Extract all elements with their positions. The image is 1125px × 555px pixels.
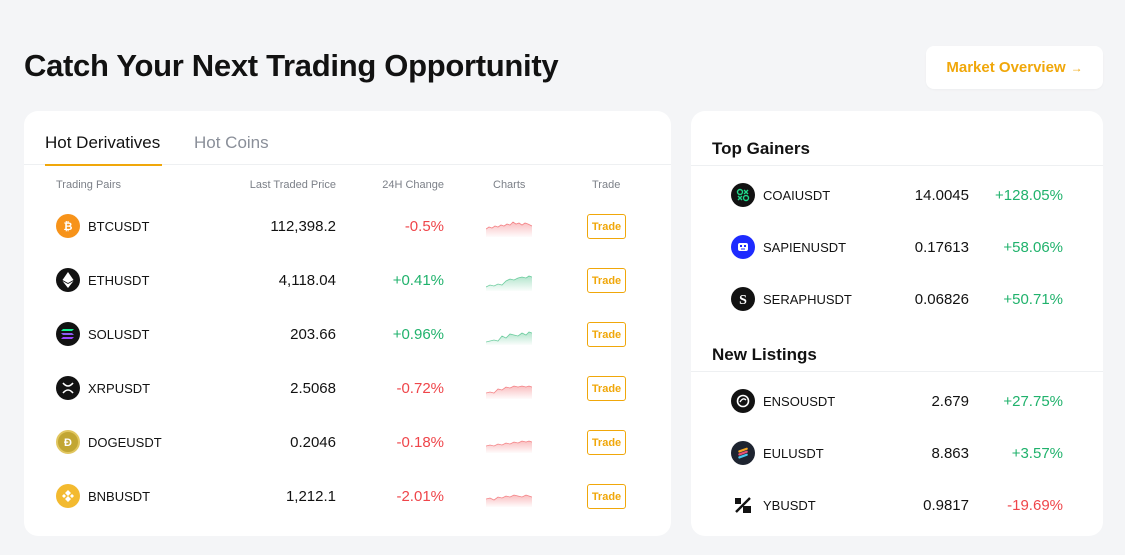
change-24h: -0.18% bbox=[396, 434, 444, 451]
seraph-icon: S bbox=[731, 287, 755, 311]
pair-name: YBUSDT bbox=[763, 498, 816, 513]
list-item[interactable]: COAIUSDT 14.0045 +128.05% bbox=[691, 170, 1103, 222]
trade-button[interactable]: Trade bbox=[587, 322, 626, 347]
last-price: 203.66 bbox=[290, 326, 336, 343]
coai-icon bbox=[731, 183, 755, 207]
header-trade: Trade bbox=[592, 179, 621, 191]
last-price: 0.06826 bbox=[914, 291, 969, 308]
tab-hot-coins[interactable]: Hot Coins bbox=[194, 133, 269, 165]
change-24h: +0.41% bbox=[392, 272, 444, 289]
page-title: Catch Your Next Trading Opportunity bbox=[24, 48, 559, 83]
yb-icon bbox=[731, 493, 755, 517]
change-24h: +27.75% bbox=[1003, 393, 1063, 410]
arrow-right-icon: → bbox=[1070, 60, 1083, 75]
last-price: 112,398.2 bbox=[270, 218, 336, 235]
header-trading-pairs: Trading Pairs bbox=[56, 179, 122, 191]
last-price: 14.0045 bbox=[914, 187, 969, 204]
dogecoin-icon: Ð bbox=[56, 430, 80, 454]
pair-name: XRPUSDT bbox=[88, 381, 151, 396]
market-tabs: Hot Derivatives Hot Coins bbox=[24, 111, 671, 166]
header-24h-change: 24H Change bbox=[382, 179, 444, 191]
pair-name: ETHUSDT bbox=[88, 273, 150, 288]
svg-text:S: S bbox=[739, 293, 747, 306]
last-price: 0.17613 bbox=[914, 239, 969, 256]
tab-hot-derivatives[interactable]: Hot Derivatives bbox=[45, 133, 163, 166]
table-row[interactable]: BNBUSDT 1,212.1 -2.01% Trade bbox=[24, 469, 671, 523]
divider bbox=[691, 165, 1103, 166]
enso-icon bbox=[731, 389, 755, 413]
change-24h: -0.72% bbox=[396, 380, 444, 397]
header-charts: Charts bbox=[493, 179, 526, 191]
change-24h: +58.06% bbox=[1003, 239, 1063, 256]
pair-name: COAIUSDT bbox=[763, 188, 831, 203]
top-gainers-title: Top Gainers bbox=[712, 139, 810, 158]
list-item[interactable]: ENSOUSDT 2.679 +27.75% bbox=[691, 376, 1103, 428]
solana-icon bbox=[56, 322, 80, 346]
trade-button[interactable]: Trade bbox=[587, 268, 626, 293]
last-price: 2.679 bbox=[931, 393, 969, 410]
trade-button[interactable]: Trade bbox=[587, 484, 626, 509]
sparkline-chart bbox=[486, 494, 532, 507]
sparkline-chart bbox=[486, 275, 532, 291]
header-last-price: Last Traded Price bbox=[249, 179, 336, 191]
change-24h: +0.96% bbox=[392, 326, 444, 343]
hot-markets-card: Hot Derivatives Hot Coins Trading Pairs … bbox=[24, 111, 671, 536]
bnb-icon bbox=[56, 484, 80, 508]
sparkline-chart bbox=[486, 331, 532, 345]
list-item[interactable]: YBUSDT 0.9817 -19.69% bbox=[691, 480, 1103, 532]
change-24h: +3.57% bbox=[1011, 445, 1063, 462]
pair-name: SOLUSDT bbox=[88, 327, 150, 342]
market-overview-button[interactable]: Market Overview → bbox=[926, 46, 1103, 89]
last-price: 4,118.04 bbox=[278, 272, 336, 289]
last-price: 8.863 bbox=[931, 445, 969, 462]
pair-name: SAPIENUSDT bbox=[763, 240, 847, 255]
change-24h: -19.69% bbox=[1007, 497, 1063, 514]
trade-button[interactable]: Trade bbox=[587, 214, 626, 239]
table-header: Trading Pairs Last Traded Price 24H Chan… bbox=[24, 179, 671, 195]
list-item[interactable]: EULUSDT 8.863 +3.57% bbox=[691, 428, 1103, 480]
change-24h: +50.71% bbox=[1003, 291, 1063, 308]
pair-name: DOGEUSDT bbox=[88, 435, 162, 450]
pair-name: EULUSDT bbox=[763, 446, 824, 461]
last-price: 1,212.1 bbox=[285, 488, 336, 505]
divider bbox=[691, 371, 1103, 372]
table-row[interactable]: SOLUSDT 203.66 +0.96% Trade bbox=[24, 307, 671, 361]
market-overview-label: Market Overview bbox=[946, 59, 1066, 76]
svg-text:Ð: Ð bbox=[64, 437, 72, 449]
last-price: 0.2046 bbox=[290, 434, 336, 451]
last-price: 0.9817 bbox=[923, 497, 969, 514]
pair-name: BTCUSDT bbox=[88, 219, 150, 234]
list-item[interactable]: S SERAPHUSDT 0.06826 +50.71% bbox=[691, 274, 1103, 326]
pair-name: ENSOUSDT bbox=[763, 394, 836, 409]
table-row[interactable]: XRPUSDT 2.5068 -0.72% Trade bbox=[24, 361, 671, 415]
change-24h: -2.01% bbox=[396, 488, 444, 505]
pair-name: SERAPHUSDT bbox=[763, 292, 852, 307]
xrp-icon bbox=[56, 376, 80, 400]
trade-button[interactable]: Trade bbox=[587, 430, 626, 455]
ethereum-icon bbox=[56, 268, 80, 292]
sparkline-chart bbox=[486, 385, 532, 399]
table-row[interactable]: ETHUSDT 4,118.04 +0.41% Trade bbox=[24, 253, 671, 307]
movers-card: Top Gainers COAIUSDT 14.0045 +128.05% SA… bbox=[691, 111, 1103, 536]
table-row[interactable]: ₿ BTCUSDT 112,398.2 -0.5% Trade bbox=[24, 199, 671, 253]
change-24h: +128.05% bbox=[995, 187, 1063, 204]
list-item[interactable]: SAPIENUSDT 0.17613 +58.06% bbox=[691, 222, 1103, 274]
sparkline-chart bbox=[486, 221, 532, 237]
trade-button[interactable]: Trade bbox=[587, 376, 626, 401]
eul-icon bbox=[731, 441, 755, 465]
pair-name: BNBUSDT bbox=[88, 489, 151, 504]
bitcoin-icon: ₿ bbox=[56, 214, 80, 238]
sparkline-chart bbox=[486, 440, 532, 453]
sapien-icon bbox=[731, 235, 755, 259]
table-row[interactable]: Ð DOGEUSDT 0.2046 -0.18% Trade bbox=[24, 415, 671, 469]
change-24h: -0.5% bbox=[404, 218, 444, 235]
svg-text:₿: ₿ bbox=[64, 221, 73, 233]
new-listings-title: New Listings bbox=[712, 345, 817, 364]
last-price: 2.5068 bbox=[290, 380, 336, 397]
